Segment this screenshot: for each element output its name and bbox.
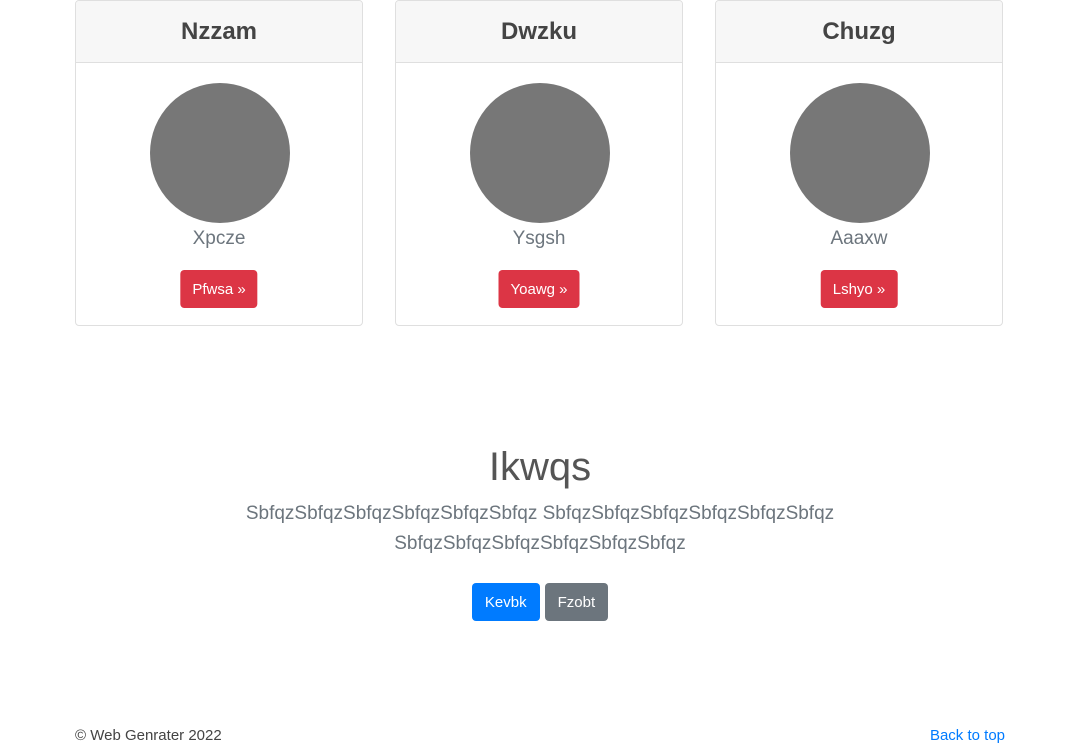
- card-header: Nzzam: [76, 1, 362, 63]
- card-name: Aaaxw: [830, 228, 888, 249]
- copyright-text: © Web Genrater 2022: [75, 726, 222, 744]
- card-action-button[interactable]: Pfwsa »: [180, 270, 258, 308]
- avatar: [470, 83, 610, 223]
- secondary-button[interactable]: Fzobt: [544, 583, 609, 621]
- profile-card: Dwzku Ysgsh Yoawg »: [395, 0, 683, 326]
- card-header: Dwzku: [396, 1, 682, 63]
- card-body: Ysgsh Yoawg »: [396, 63, 682, 325]
- avatar: [790, 83, 930, 223]
- hero-title: Ikwqs: [488, 445, 592, 489]
- hero-section: Ikwqs SbfqzSbfqzSbfqzSbfqzSbfqzSbfqz Sbf…: [0, 440, 1080, 621]
- avatar: [150, 83, 290, 223]
- hero-lead: SbfqzSbfqzSbfqzSbfqzSbfqzSbfqz SbfqzSbfq…: [245, 503, 835, 554]
- profile-card: Nzzam Xpcze Pfwsa »: [75, 0, 363, 326]
- page: Nzzam Xpcze Pfwsa » Dwzku Ysgsh Yoawg » …: [0, 0, 1080, 746]
- card-header: Chuzg: [716, 1, 1002, 63]
- hero-button-group: Kevbk Fzobt: [0, 583, 1080, 621]
- card-name: Ysgsh: [512, 228, 566, 249]
- card-body: Aaaxw Lshyo »: [716, 63, 1002, 325]
- card-action-button[interactable]: Lshyo »: [820, 270, 898, 308]
- profile-card: Chuzg Aaaxw Lshyo »: [715, 0, 1003, 326]
- back-to-top-link[interactable]: Back to top: [930, 727, 1005, 744]
- card-grid: Nzzam Xpcze Pfwsa » Dwzku Ysgsh Yoawg » …: [75, 0, 1005, 328]
- primary-button[interactable]: Kevbk: [471, 583, 540, 621]
- card-action-button[interactable]: Yoawg »: [498, 270, 580, 308]
- footer: © Web Genrater 2022 Back to top: [75, 724, 1005, 746]
- card-body: Xpcze Pfwsa »: [76, 63, 362, 325]
- card-name: Xpcze: [192, 228, 246, 249]
